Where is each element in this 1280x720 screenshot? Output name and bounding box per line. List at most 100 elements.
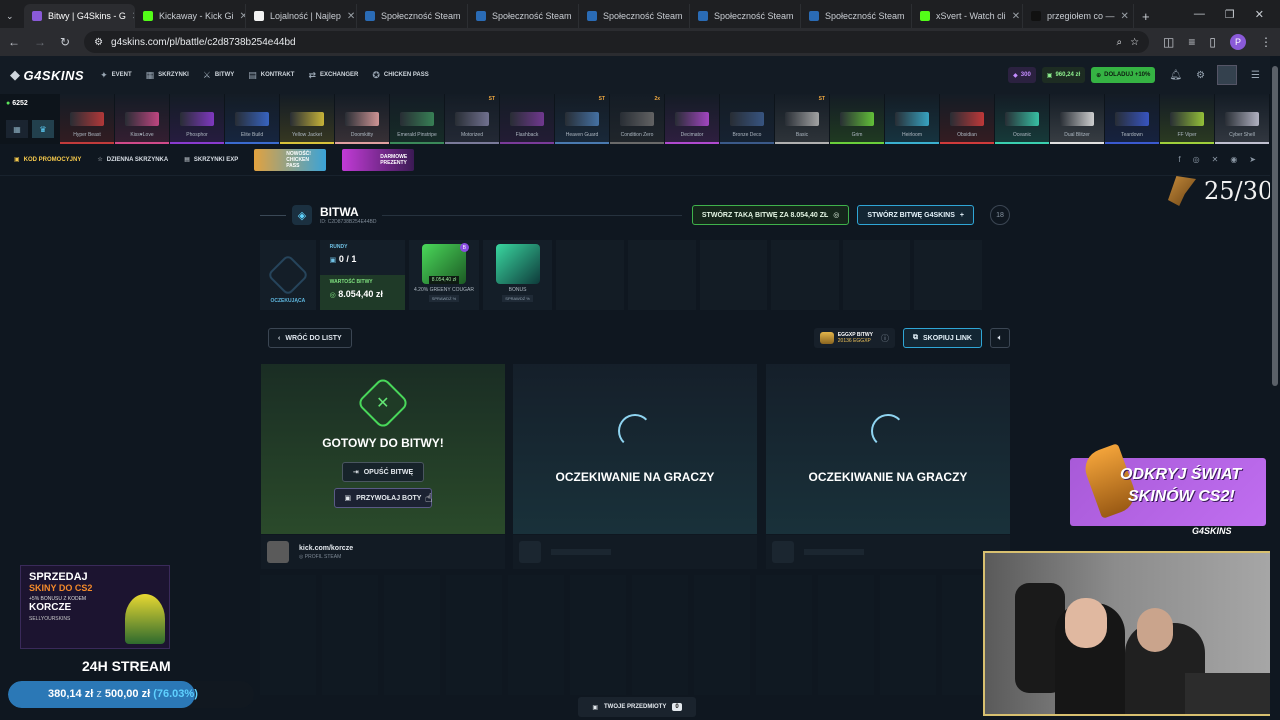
drop-item[interactable]: Emerald Pinstripe xyxy=(390,94,444,144)
drop-item[interactable]: Oceanic xyxy=(995,94,1049,144)
nav-item-event[interactable]: ✦ EVENT xyxy=(100,70,132,81)
drop-item[interactable]: Teardown xyxy=(1105,94,1159,144)
facebook-icon[interactable]: f xyxy=(1178,155,1180,164)
tab-list-button[interactable]: ⌄ xyxy=(0,4,24,28)
drop-item[interactable]: Obsidian xyxy=(940,94,994,144)
close-window-icon[interactable]: ✕ xyxy=(1255,8,1264,21)
drop-item[interactable]: ST Motorized xyxy=(445,94,499,144)
topup-button[interactable]: ⊕ DOLADUJ +10% xyxy=(1091,67,1156,83)
points-badge[interactable]: ◆ 300 xyxy=(1008,67,1036,83)
hamburger-menu-icon[interactable]: ☰ xyxy=(1251,70,1260,81)
x-icon[interactable]: ✕ xyxy=(1212,155,1219,164)
discord-icon[interactable]: ◉ xyxy=(1230,155,1237,164)
nav-item-kontrakt[interactable]: ▤ KONTRAKT xyxy=(248,70,294,81)
restore-icon[interactable]: ❐ xyxy=(1225,8,1235,21)
nav-item-chicken-pass[interactable]: ✪ CHICKEN PASS xyxy=(372,70,428,81)
tab-close-icon[interactable]: ✕ xyxy=(1121,11,1129,22)
browser-menu-icon[interactable]: ⋮ xyxy=(1260,35,1272,49)
bookmark-star-icon[interactable]: ☆ xyxy=(1130,37,1139,48)
create-g4skins-battle-button[interactable]: STWÓRZ BITWĘ G4SKINS + xyxy=(857,205,974,225)
zoom-icon[interactable]: ⌕ xyxy=(1116,37,1122,48)
drop-item[interactable]: Decimator xyxy=(665,94,719,144)
drop-item[interactable]: Kiss♥Love xyxy=(115,94,169,144)
drop-item[interactable]: Phosphor xyxy=(170,94,224,144)
minimize-icon[interactable]: — xyxy=(1194,8,1205,21)
copy-link-button[interactable]: ⧉ SKOPIUJ LINK xyxy=(902,328,982,348)
drop-item[interactable]: Hyper Beast xyxy=(60,94,114,144)
drop-item[interactable]: Yellow Jacket xyxy=(280,94,334,144)
browser-tab[interactable]: Społeczność Steam✕ xyxy=(690,4,801,28)
knife-icon xyxy=(1168,176,1196,206)
promo-code-link[interactable]: ▣ KOD PROMOCYJNY xyxy=(14,156,81,164)
your-items-button[interactable]: ▣ TWOJE PRZEDMIOTY 0 xyxy=(578,697,696,717)
browser-tab[interactable]: Społeczność Steam✕ xyxy=(357,4,468,28)
tab-close-icon[interactable]: ✕ xyxy=(1012,11,1020,22)
reload-icon[interactable]: ↻ xyxy=(60,35,70,49)
weapon-image xyxy=(675,112,709,126)
user-avatar[interactable] xyxy=(1217,65,1238,85)
browser-tab[interactable]: xSvert - Watch cli ✕ xyxy=(912,4,1023,28)
crossed-swords-icon: ✕ xyxy=(356,376,410,430)
grid-view-icon[interactable]: ▦ xyxy=(6,120,28,138)
nav-icon: ✪ xyxy=(372,69,380,80)
leave-battle-button[interactable]: ⇥ OPUŚĆ BITWĘ xyxy=(341,462,425,482)
drop-item[interactable]: Doomkitty xyxy=(335,94,389,144)
browser-tab[interactable]: Lojalność | Najlep ✕ xyxy=(246,4,357,28)
bell-icon[interactable]: 🔔︎ xyxy=(1169,70,1182,81)
drop-item[interactable]: FF Viper xyxy=(1160,94,1214,144)
sidepanel-icon[interactable]: ▯ xyxy=(1209,35,1216,49)
stattrak-badge: ST xyxy=(488,96,495,102)
drop-item[interactable]: Bronze Deco xyxy=(720,94,774,144)
url-bar[interactable]: ⚙ g4skins.com/pl/battle/c2d8738b254e44bd… xyxy=(84,31,1150,53)
browser-tab[interactable]: Kickaway - Kick Gi✕ xyxy=(135,4,246,28)
case-item[interactable]: B 8.054,40 zł 4.20% GREENY COUGAR SPRAWD… xyxy=(409,240,479,310)
page-scrollbar[interactable] xyxy=(1270,56,1280,720)
player-card[interactable]: kick.com/korcze ◎ PROFIL STEAM xyxy=(261,535,505,569)
tab-close-icon[interactable]: ✕ xyxy=(347,11,355,22)
instagram-icon[interactable]: ◎ xyxy=(1193,155,1200,164)
drop-item[interactable]: Dual Blitzer xyxy=(1050,94,1104,144)
drop-item[interactable]: ST Heaven Guard xyxy=(555,94,609,144)
browser-tab[interactable]: Społeczność Steam✕ xyxy=(468,4,579,28)
drop-item[interactable]: Elite Build xyxy=(225,94,279,144)
telegram-icon[interactable]: ➤ xyxy=(1249,155,1256,164)
drop-item[interactable]: ST Basic xyxy=(775,94,829,144)
back-to-list-button[interactable]: ‹ WRÓĆ DO LISTY xyxy=(268,328,352,348)
exp-cases-link[interactable]: ▤ SKRZYNKI EXP xyxy=(184,156,238,164)
site-info-icon[interactable]: ⚙ xyxy=(94,37,103,48)
create-same-battle-button[interactable]: STWÓRZ TAKĄ BITWĘ ZA 8.054,40 ZŁ ◎ xyxy=(691,205,850,225)
drop-item[interactable]: Flashback xyxy=(500,94,554,144)
back-arrow-icon[interactable]: ← xyxy=(8,35,20,49)
browser-tab[interactable]: Bitwy | G4Skins - G✕ xyxy=(24,4,135,28)
profile-avatar[interactable]: P xyxy=(1230,34,1246,50)
daily-case-link[interactable]: ☆ DZIENNA SKRZYNKA xyxy=(97,156,168,164)
nav-item-bitwy[interactable]: ⚔ BITWY xyxy=(203,70,234,81)
browser-tab[interactable]: Społeczność Steam✕ xyxy=(579,4,690,28)
free-gifts-banner[interactable]: DARMOWE PREZENTY xyxy=(342,148,415,171)
media-icon[interactable]: ≡ xyxy=(1188,35,1195,49)
bonus-item[interactable]: BONUS SPRAWDŹ % xyxy=(482,240,553,310)
drop-item[interactable]: 2x Condition Zero xyxy=(610,94,664,144)
check-odds-button[interactable]: SPRAWDŹ % xyxy=(428,295,460,302)
browser-tab[interactable]: Społeczność Steam✕ xyxy=(801,4,912,28)
nav-item-exchanger[interactable]: ⇄ EXCHANGER xyxy=(308,70,358,81)
info-icon[interactable]: ⓘ xyxy=(881,333,889,344)
call-bots-button[interactable]: ▣ PRZYWOŁAJ BOTY xyxy=(333,488,433,508)
crown-filter-icon[interactable]: ♛ xyxy=(32,120,54,138)
tab-title: Społeczność Steam xyxy=(603,11,683,21)
chicken-pass-banner[interactable]: NOWOŚĆ! CHICKEN PASS xyxy=(254,148,327,171)
balance-badge[interactable]: ▣ 960,24 zł xyxy=(1041,67,1086,83)
nav-item-skrzynki[interactable]: ▦ SKRZYNKI xyxy=(146,70,189,81)
check-bonus-odds-button[interactable]: SPRAWDŹ % xyxy=(502,295,533,302)
extensions-icon[interactable]: ◫ xyxy=(1163,35,1174,49)
g4skins-logo[interactable]: ◆ G4SKINS xyxy=(10,67,84,83)
forward-arrow-icon[interactable]: → xyxy=(34,35,46,49)
sound-toggle-icon[interactable]: 🔈︎ xyxy=(990,328,1010,348)
drop-item[interactable]: Grim xyxy=(830,94,884,144)
weapon-image xyxy=(620,112,654,126)
drop-item[interactable]: Heirloom xyxy=(885,94,939,144)
gear-icon[interactable]: ⚙ xyxy=(1196,70,1205,81)
drop-item[interactable]: Cyber Shell xyxy=(1215,94,1269,144)
new-tab-button[interactable]: + xyxy=(1134,4,1158,28)
browser-tab[interactable]: przegiołem co — ✕ xyxy=(1023,4,1134,28)
